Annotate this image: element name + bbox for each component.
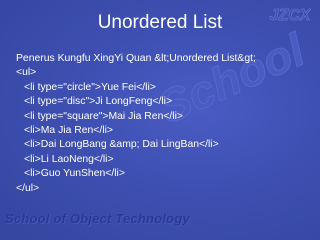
slide-title: Unordered List [97, 12, 223, 33]
code-line: <li type="square">Mai Jia Ren</li> [24, 110, 183, 122]
slide: JZCX School Unordered List Penerus Kungf… [0, 0, 320, 240]
code-line: <li>Li LaoNeng</li> [24, 153, 114, 165]
code-line: <ul> [16, 67, 37, 79]
code-line: <li type="disc">Ji LongFeng</li> [24, 96, 173, 108]
code-line: <li>Dai LongBang &amp; Dai LingBan</li> [24, 139, 219, 151]
code-line: <li>Guo YunShen</li> [24, 168, 125, 180]
code-line: Penerus Kungfu XingYi Quan &lt;Unordered… [16, 53, 256, 64]
code-line: <li type="circle">Yue Fei</li> [24, 81, 156, 93]
code-line: </ul> [16, 182, 40, 194]
code-listing: Penerus Kungfu XingYi Quan &lt;Unordered… [16, 52, 256, 196]
footer-school-name: School of Object Technology [5, 211, 190, 226]
code-line: <li>Ma Jia Ren</li> [24, 125, 113, 137]
